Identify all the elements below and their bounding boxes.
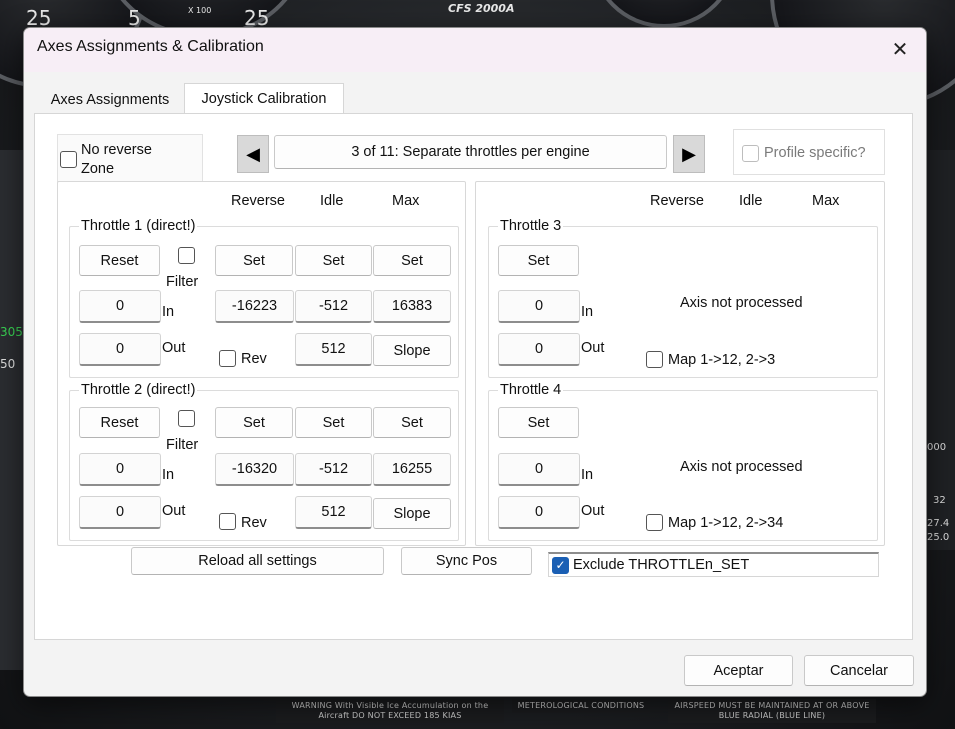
placard-ice-warning: WARNING With Visible Ice Accumulation on… <box>276 699 504 723</box>
profile-specific-checkbox[interactable] <box>742 145 759 162</box>
header-max-right: Max <box>812 193 840 209</box>
throttle4-in-value: 0 <box>498 453 580 486</box>
throttle1-in-label: In <box>162 304 175 320</box>
throttle1-reverse-value: -16223 <box>215 290 294 323</box>
dialog-title: Axes Assignments & Calibration <box>37 38 264 55</box>
throttle1-filter-label: Filter <box>166 274 199 290</box>
throttle2-out-label: Out <box>162 503 186 519</box>
throttle1-title: Throttle 1 (direct!) <box>79 218 198 234</box>
sync-pos-button[interactable]: Sync Pos <box>401 547 532 575</box>
throttle1-rev-checkbox[interactable] <box>219 350 236 367</box>
prev-page-button[interactable]: ◀ <box>237 135 269 173</box>
throttle3-in-value: 0 <box>498 290 580 323</box>
fms-label: CFS 2000A <box>448 2 515 15</box>
reload-settings-button[interactable]: Reload all settings <box>131 547 384 575</box>
throttle1-rev-label: Rev <box>241 351 267 367</box>
throttle4-title: Throttle 4 <box>498 382 564 398</box>
exclude-throttle-label: Exclude THROTTLEn_SET <box>573 557 750 573</box>
throttle4-out-value: 0 <box>498 496 580 529</box>
accept-button[interactable]: Aceptar <box>684 655 793 686</box>
throttle2-slope-button[interactable]: Slope <box>373 498 451 529</box>
throttle2-reverse-value: -16320 <box>215 453 294 486</box>
throttle1-set-reverse-button[interactable]: Set <box>215 245 293 276</box>
exclude-throttle-checkbox[interactable]: ✓ <box>552 557 569 574</box>
next-page-button[interactable]: ▶ <box>673 135 705 173</box>
throttle2-max-value: 16255 <box>373 453 451 486</box>
throttle1-out-label: Out <box>162 340 186 356</box>
throttle1-slope-button[interactable]: Slope <box>373 335 451 366</box>
throttle1-max-value: 16383 <box>373 290 451 323</box>
throttle2-title: Throttle 2 (direct!) <box>79 382 198 398</box>
throttle2-set-reverse-button[interactable]: Set <box>215 407 293 438</box>
throttle3-in-label: In <box>581 304 594 320</box>
calibration-panel: No reverse Zone ◀ 3 of 11: Separate thro… <box>34 113 913 640</box>
title-bar: Axes Assignments & Calibration ✕ <box>24 28 926 72</box>
profile-specific-label: Profile specific? <box>764 145 866 161</box>
throttle2-set-idle-button[interactable]: Set <box>295 407 372 438</box>
close-button[interactable]: ✕ <box>882 33 918 65</box>
left-number-1: 305 <box>0 325 23 339</box>
throttle2-rev-label: Rev <box>241 515 267 531</box>
tab-joystick-calibration[interactable]: Joystick Calibration <box>184 83 344 115</box>
right-number-4: 25.0 <box>927 532 950 543</box>
header-reverse-left: Reverse <box>231 193 285 209</box>
throttle4-map-checkbox[interactable] <box>646 514 663 531</box>
axes-calibration-dialog: Axes Assignments & Calibration ✕ Axes As… <box>23 27 927 697</box>
throttle4-in-label: In <box>581 467 594 483</box>
right-number-2: 32 <box>933 495 946 506</box>
no-reverse-zone-label: No reverse Zone <box>81 142 152 177</box>
throttle3-map-label: Map 1->12, 2->3 <box>668 352 776 368</box>
throttle1-idle-out-value: 512 <box>295 333 372 366</box>
throttle2-in-label: In <box>162 467 175 483</box>
throttle2-filter-checkbox[interactable] <box>178 410 195 427</box>
page-selector[interactable]: 3 of 11: Separate throttles per engine <box>274 135 667 169</box>
throttle1-idle-value: -512 <box>295 290 372 323</box>
throttle2-in-value: 0 <box>79 453 161 486</box>
header-idle-left: Idle <box>320 193 344 209</box>
throttle2-out-value: 0 <box>79 496 161 529</box>
throttle3-set-button[interactable]: Set <box>498 245 579 276</box>
throttle3-out-value: 0 <box>498 333 580 366</box>
throttle2-idle-value: -512 <box>295 453 372 486</box>
throttle2-idle-out-value: 512 <box>295 496 372 529</box>
throttle4-status: Axis not processed <box>680 459 803 475</box>
throttle3-out-label: Out <box>581 340 605 356</box>
left-number-2: 50 <box>0 357 16 371</box>
throttle2-set-max-button[interactable]: Set <box>373 407 451 438</box>
throttle4-set-button[interactable]: Set <box>498 407 579 438</box>
throttle1-set-max-button[interactable]: Set <box>373 245 451 276</box>
header-reverse-right: Reverse <box>650 193 704 209</box>
cancel-button[interactable]: Cancelar <box>804 655 914 686</box>
right-panel: 000 32 27.4 25.0 <box>925 150 955 550</box>
fms-display: CFS 2000A <box>440 0 530 26</box>
throttle1-out-value: 0 <box>79 333 161 366</box>
header-idle-right: Idle <box>739 193 763 209</box>
throttle2-filter-label: Filter <box>166 437 199 453</box>
right-number-3: 27.4 <box>927 518 950 529</box>
tab-axes-assignments[interactable]: Axes Assignments <box>35 87 185 113</box>
gauge-mid-scale: X 100 <box>188 6 212 15</box>
header-max-left: Max <box>392 193 420 209</box>
throttle2-reset-button[interactable]: Reset <box>79 407 160 438</box>
throttle1-set-idle-button[interactable]: Set <box>295 245 372 276</box>
throttle3-map-checkbox[interactable] <box>646 351 663 368</box>
placard-airspeed: AIRSPEED MUST BE MAINTAINED AT OR ABOVE … <box>668 699 876 723</box>
throttle1-filter-checkbox[interactable] <box>178 247 195 264</box>
throttle3-status: Axis not processed <box>680 295 803 311</box>
throttle4-map-label: Map 1->12, 2->34 <box>668 515 784 531</box>
throttle2-rev-checkbox[interactable] <box>219 513 236 530</box>
right-number-1: 000 <box>927 442 947 453</box>
throttle3-title: Throttle 3 <box>498 218 564 234</box>
gauge-right <box>590 0 738 28</box>
throttle4-out-label: Out <box>581 503 605 519</box>
no-reverse-zone-checkbox[interactable] <box>60 151 77 168</box>
throttle1-reset-button[interactable]: Reset <box>79 245 160 276</box>
throttle1-in-value: 0 <box>79 290 161 323</box>
placard-met: METEROLOGICAL CONDITIONS <box>512 699 650 713</box>
